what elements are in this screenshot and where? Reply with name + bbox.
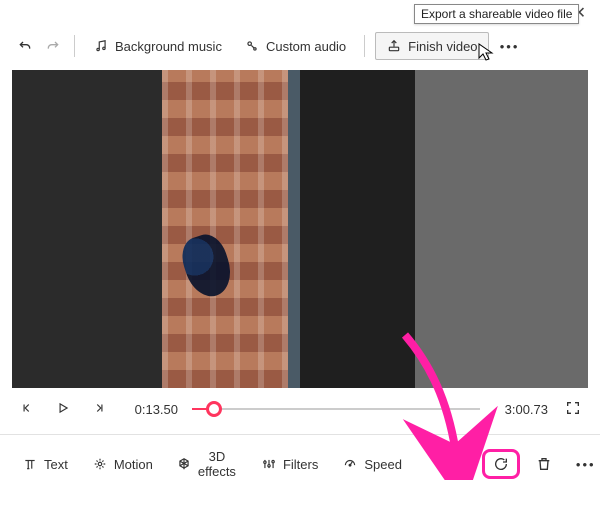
top-toolbar: Background music Custom audio Finish vid…: [0, 26, 600, 66]
finish-video-tooltip: Export a shareable video file: [414, 4, 579, 24]
redo-button[interactable]: [42, 35, 64, 57]
motion-label: Motion: [114, 457, 153, 472]
filters-button[interactable]: Filters: [253, 452, 326, 476]
video-frame: [12, 70, 588, 388]
3d-effects-button[interactable]: 3D effects: [169, 445, 245, 483]
custom-audio-icon: [244, 38, 260, 54]
fullscreen-icon: [565, 400, 581, 419]
redo-icon: [45, 38, 61, 54]
background-music-button[interactable]: Background music: [85, 34, 230, 58]
play-button[interactable]: [52, 398, 74, 420]
motion-icon: [92, 456, 108, 472]
undo-button[interactable]: [14, 35, 36, 57]
speed-label: Speed: [364, 457, 402, 472]
seek-slider[interactable]: [192, 399, 480, 419]
rotate-button[interactable]: [493, 456, 509, 472]
rotate-icon: [493, 456, 509, 472]
crop-button[interactable]: [442, 452, 474, 476]
background-music-label: Background music: [115, 39, 222, 54]
separator: [364, 35, 365, 57]
filters-icon: [261, 456, 277, 472]
rotate-button-highlight: [482, 449, 520, 479]
slider-track: [192, 408, 480, 410]
speed-icon: [342, 456, 358, 472]
undo-icon: [17, 38, 33, 54]
speed-button[interactable]: Speed: [334, 452, 410, 476]
current-time: 0:13.50: [124, 402, 178, 417]
frame-back-icon: [20, 401, 34, 418]
trash-icon: [536, 456, 552, 472]
video-preview[interactable]: [12, 70, 588, 388]
slider-thumb[interactable]: [206, 401, 222, 417]
motion-button[interactable]: Motion: [84, 452, 161, 476]
frame-forward-icon: [92, 401, 106, 418]
bottom-toolbar: Text Motion 3D effects Filters Speed: [0, 435, 600, 493]
play-icon: [56, 401, 70, 418]
custom-audio-label: Custom audio: [266, 39, 346, 54]
text-button[interactable]: Text: [14, 452, 76, 476]
finish-video-button[interactable]: Finish video: [375, 32, 488, 60]
text-label: Text: [44, 457, 68, 472]
ellipsis-icon: •••: [500, 39, 520, 54]
more-button-bottom[interactable]: •••: [568, 453, 600, 476]
filters-label: Filters: [283, 457, 318, 472]
3d-effects-label: 3D effects: [197, 449, 237, 479]
music-note-icon: [93, 38, 109, 54]
frame-back-button[interactable]: [16, 398, 38, 420]
3d-effects-icon: [177, 456, 191, 472]
total-time: 3:00.73: [494, 402, 548, 417]
more-button-top[interactable]: •••: [499, 35, 521, 57]
finish-video-label: Finish video: [408, 39, 477, 54]
delete-button[interactable]: [528, 452, 560, 476]
fullscreen-button[interactable]: [562, 398, 584, 420]
separator: [74, 35, 75, 57]
custom-audio-button[interactable]: Custom audio: [236, 34, 354, 58]
frame-forward-button[interactable]: [88, 398, 110, 420]
player-controls: 0:13.50 3:00.73: [0, 388, 600, 426]
text-icon: [22, 456, 38, 472]
export-icon: [386, 38, 402, 54]
ellipsis-icon: •••: [576, 457, 596, 472]
crop-icon: [450, 456, 466, 472]
